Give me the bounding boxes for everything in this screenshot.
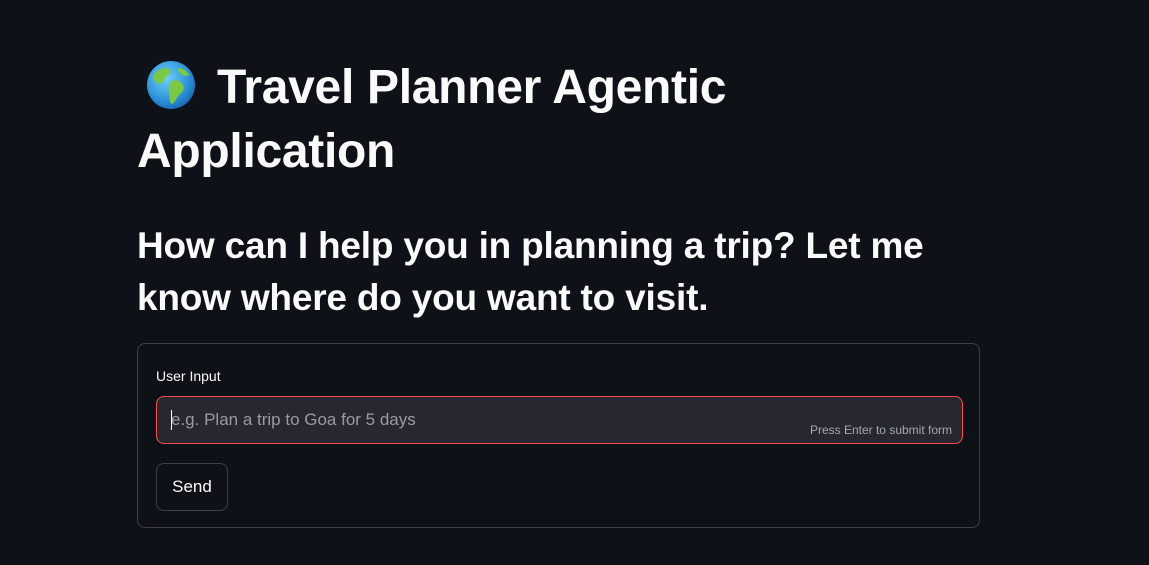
user-input-field-wrapper[interactable]: Press Enter to submit form xyxy=(156,396,963,444)
user-input-label: User Input xyxy=(156,368,221,384)
send-button[interactable]: Send xyxy=(156,463,228,511)
user-input-field[interactable] xyxy=(157,397,777,443)
globe-icon xyxy=(145,59,197,111)
submit-hint: Press Enter to submit form xyxy=(809,423,952,437)
text-caret xyxy=(171,410,172,430)
page-subtitle: How can I help you in planning a trip? L… xyxy=(137,225,924,318)
page-title-text: Travel Planner Agentic Application xyxy=(137,61,727,178)
page-title: Travel Planner Agentic Application xyxy=(137,56,837,184)
user-input-form: User Input Press Enter to submit form Se… xyxy=(137,343,980,528)
